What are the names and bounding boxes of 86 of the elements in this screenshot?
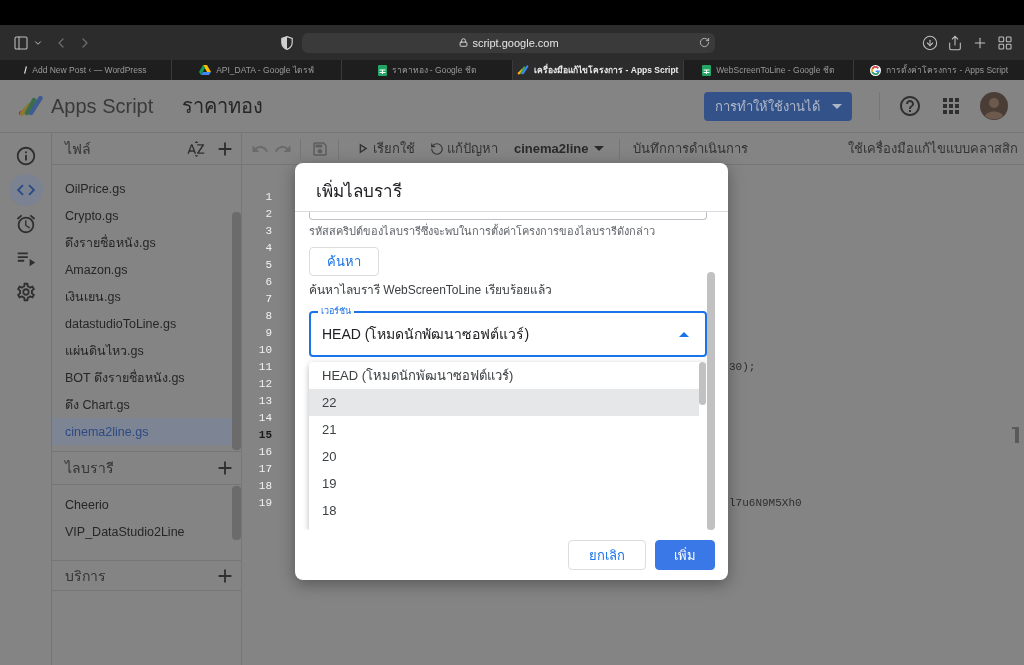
version-select[interactable]: เวอร์ชัน HEAD (โหมดนักพัฒนาซอฟต์แวร์) <box>309 306 707 357</box>
circular-arrow-icon <box>430 141 444 156</box>
line-number: 15 <box>257 428 272 441</box>
file-item[interactable]: Amazon.gs <box>52 256 232 283</box>
line-number: 12 <box>257 377 272 390</box>
file-item[interactable]: ดึง Chart.gs <box>52 391 232 418</box>
file-item[interactable]: cinema2line.gs <box>52 418 232 445</box>
spreadsheet-icon <box>702 64 712 76</box>
debug-button[interactable]: แก้ปัญหา <box>428 138 500 159</box>
line-number: 2 <box>264 207 272 220</box>
code-text: 30); <box>729 360 756 373</box>
line-number: 19 <box>257 496 272 509</box>
file-item[interactable]: เงินเยน.gs <box>52 283 232 310</box>
run-button[interactable]: เรียกใช้ <box>352 138 417 159</box>
file-item[interactable]: แผ่นดินไหว.gs <box>52 337 232 364</box>
file-item[interactable]: Crypto.gs <box>52 202 232 229</box>
file-item[interactable]: BOT ดึงรายชื่อหนัง.gs <box>52 364 232 391</box>
line-number: 11 <box>257 360 272 373</box>
shield-icon[interactable] <box>281 35 293 50</box>
caret-up-icon <box>679 331 689 337</box>
deploy-button[interactable]: การทำให้ใช้งานได้ <box>704 91 852 121</box>
cancel-button[interactable]: ยกเลิก <box>568 540 646 570</box>
line-number: 17 <box>257 462 272 475</box>
colored-bars-logo-icon <box>517 65 530 75</box>
file-item[interactable]: ดึงรายชื่อหนัง.gs <box>52 229 232 256</box>
info-icon <box>14 145 37 167</box>
address-bar[interactable]: script.google.com <box>302 32 715 53</box>
line-number: 3 <box>264 224 272 237</box>
avatar-icon[interactable] <box>980 92 1008 120</box>
line-number: 13 <box>257 394 272 407</box>
line-number: 10 <box>257 343 272 356</box>
caret-down-icon <box>594 146 605 151</box>
panel-title: บริการ <box>65 566 106 586</box>
settings-icon <box>14 281 37 303</box>
reload-icon[interactable] <box>699 37 710 48</box>
rail-button[interactable] <box>8 174 43 206</box>
code-text: l7u6N9M5Xh0 <box>729 496 802 509</box>
line-number: 9 <box>264 326 272 339</box>
alarm-clock-icon <box>14 213 37 235</box>
product-name: Apps Script <box>51 94 154 118</box>
line-number: 14 <box>257 411 272 424</box>
line-number: 4 <box>264 241 272 254</box>
library-item[interactable]: Cheerio <box>52 491 232 518</box>
helper-text: รหัสสคริปต์ของไลบรารีซึ่งจะพบในการตั้งค่าโครงการของไลบรารีดังกล่าว <box>309 225 655 238</box>
dropdown-option[interactable]: HEAD (โหมดนักพัฒนาซอฟต์แวร์) <box>309 362 699 389</box>
triangle-logo-icon <box>199 65 212 75</box>
scrollbar[interactable] <box>707 272 715 530</box>
status-text: ค้นหาไลบรารี WebScreenToLine เรียบร้อยแล้ว <box>309 283 552 297</box>
line-number: 1 <box>264 190 272 203</box>
pen-mark-icon <box>24 66 28 74</box>
panel-title: ไฟล์ <box>65 139 91 159</box>
colored-bars-logo-icon <box>18 95 44 117</box>
download-icon[interactable] <box>922 34 938 51</box>
dropdown-option[interactable]: 22 <box>309 389 699 416</box>
line-number: 8 <box>264 309 272 322</box>
line-number: 18 <box>257 479 272 492</box>
file-item[interactable]: OilPrice.gs <box>52 175 232 202</box>
help-icon[interactable] <box>898 94 922 118</box>
line-number: 7 <box>264 292 272 305</box>
browser-tab[interactable]: เครื่องมือแก้ไขโครงการ - Apps Script <box>512 60 683 80</box>
caret-down-icon <box>831 103 842 109</box>
add-button[interactable]: เพิ่ม <box>655 540 715 570</box>
function-select[interactable]: cinema2line <box>512 141 607 156</box>
sidebar-toggle-icon[interactable] <box>13 34 29 51</box>
tab-overview-icon[interactable] <box>997 34 1013 51</box>
input-field[interactable] <box>309 212 707 220</box>
spreadsheet-icon <box>377 64 387 76</box>
line-number: 6 <box>264 275 272 288</box>
library-item[interactable]: VIP_DataStudio2Line <box>52 518 232 545</box>
scrollbar[interactable] <box>232 486 241 540</box>
execution-log-button[interactable]: บันทึกการดำเนินการ <box>631 138 751 159</box>
scrollbar[interactable] <box>699 362 706 405</box>
sort-icon[interactable] <box>186 138 206 159</box>
project-title[interactable]: ราคาทอง <box>182 90 264 122</box>
lock-icon <box>459 38 469 47</box>
classic-editor-link[interactable]: ใช้เครื่องมือแก้ไขแบบคลาสสิก <box>848 138 1018 159</box>
line-number: 5 <box>264 258 272 271</box>
line-number: 16 <box>257 445 272 458</box>
share-icon[interactable] <box>947 34 963 51</box>
ring-logo-icon <box>870 64 882 76</box>
panel-title: ไลบรารี <box>65 459 114 478</box>
lookup-button[interactable]: ค้นหา <box>309 247 379 276</box>
file-item[interactable]: datastudioToLine.gs <box>52 310 232 337</box>
scrollbar[interactable] <box>232 212 241 450</box>
cursor-marker-icon <box>1012 426 1019 443</box>
dialog-title: เพิ่มไลบรารี <box>295 163 728 212</box>
